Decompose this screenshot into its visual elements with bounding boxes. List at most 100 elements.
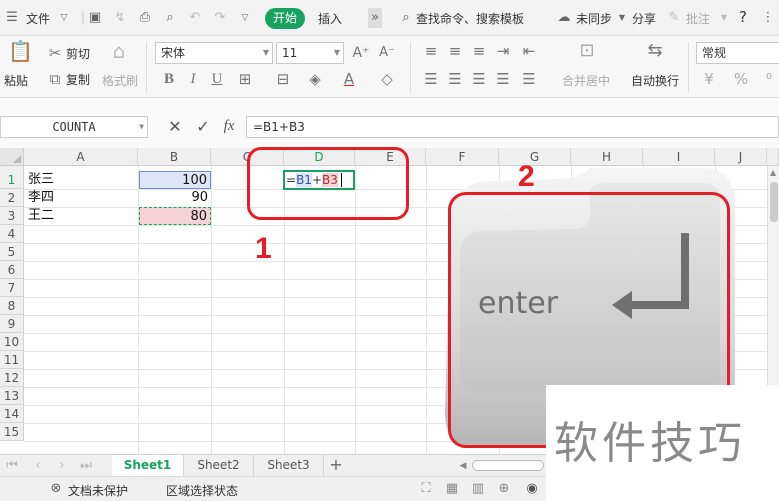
percent-icon[interactable]: %: [732, 70, 750, 88]
chevron-down-icon[interactable]: ▽: [56, 10, 72, 26]
next-sheet-icon[interactable]: ›: [54, 458, 70, 474]
cell-b2[interactable]: 90: [139, 189, 211, 207]
eye-protection-icon[interactable]: ◉: [524, 481, 540, 497]
font-color-icon[interactable]: A: [340, 70, 358, 88]
copy-button[interactable]: 复制: [66, 71, 90, 88]
align-bottom-icon[interactable]: ≡: [470, 42, 488, 60]
row-header[interactable]: 8: [0, 297, 24, 315]
row-header[interactable]: 1: [0, 171, 24, 189]
scroll-left-icon[interactable]: ◀: [455, 458, 471, 474]
fill-color-icon[interactable]: ◈: [306, 70, 324, 88]
column-header[interactable]: [767, 148, 779, 166]
strikethrough-icon[interactable]: ⊟: [274, 70, 292, 88]
more-tabs-icon[interactable]: »: [368, 8, 382, 28]
cell-b3-ref[interactable]: 80: [139, 207, 211, 225]
cancel-icon[interactable]: ✕: [166, 118, 184, 136]
row-header[interactable]: 10: [0, 333, 24, 351]
wrap-text-button[interactable]: 自动换行: [631, 72, 679, 89]
chevron-down-icon[interactable]: ▼: [716, 10, 732, 26]
protect-status[interactable]: 文档未保护: [68, 482, 128, 499]
formula-input[interactable]: =B1+B3: [246, 116, 779, 138]
search-commands[interactable]: 查找命令、搜索模板: [416, 10, 524, 27]
search-icon[interactable]: ⌕: [398, 10, 414, 26]
align-top-icon[interactable]: ≡: [422, 42, 440, 60]
thousands-icon[interactable]: ⁰: [760, 70, 778, 88]
italic-button[interactable]: I: [184, 70, 202, 88]
format-painter-icon[interactable]: ⌂: [110, 41, 128, 61]
wrap-text-icon[interactable]: ⇆: [646, 42, 664, 60]
copy-icon[interactable]: ⧉: [46, 70, 64, 88]
save-icon[interactable]: ▣: [87, 10, 103, 26]
distributed-icon[interactable]: ☰: [520, 70, 538, 88]
align-middle-icon[interactable]: ≡: [446, 42, 464, 60]
column-header[interactable]: B: [138, 148, 211, 166]
file-menu[interactable]: 文件: [26, 10, 50, 27]
last-sheet-icon[interactable]: ⏭: [78, 458, 94, 474]
row-header[interactable]: 15: [0, 423, 24, 441]
align-right-icon[interactable]: ☰: [470, 70, 488, 88]
cell-b1-ref[interactable]: 100: [139, 171, 211, 189]
row-header[interactable]: 11: [0, 351, 24, 369]
merge-icon[interactable]: ⊡: [578, 42, 596, 60]
row-header[interactable]: 12: [0, 369, 24, 387]
tab-insert[interactable]: 插入: [318, 10, 342, 27]
undo-icon[interactable]: ↶: [187, 10, 203, 26]
first-sheet-icon[interactable]: ⏮: [4, 458, 20, 474]
justify-icon[interactable]: ☰: [494, 70, 512, 88]
page-break-icon[interactable]: ⊕: [496, 481, 512, 497]
chevron-down-icon[interactable]: ▼: [614, 10, 630, 26]
cell-a2[interactable]: 李四: [28, 189, 136, 207]
merge-center-button[interactable]: 合并居中: [562, 72, 610, 89]
prev-sheet-icon[interactable]: ‹: [30, 458, 46, 474]
row-header[interactable]: 3: [0, 207, 24, 225]
paste-button[interactable]: 粘贴: [4, 72, 28, 89]
hamburger-icon[interactable]: ☰: [4, 10, 20, 26]
row-header[interactable]: 7: [0, 279, 24, 297]
selection-mode-status[interactable]: 区域选择状态: [166, 482, 238, 499]
row-header[interactable]: 4: [0, 225, 24, 243]
redo-icon[interactable]: ↷: [212, 10, 228, 26]
select-all-corner[interactable]: [0, 148, 24, 166]
scissors-icon[interactable]: ✂: [46, 44, 64, 62]
insert-function-button[interactable]: fx: [218, 117, 240, 135]
customize-icon[interactable]: ▽: [237, 10, 253, 26]
cell-a3[interactable]: 王二: [28, 207, 136, 225]
scrollbar-thumb[interactable]: [770, 182, 778, 222]
font-name-select[interactable]: 宋体 ▼: [155, 42, 273, 64]
print-icon[interactable]: ⎙: [137, 10, 153, 26]
row-header[interactable]: 2: [0, 189, 24, 207]
row-header[interactable]: 14: [0, 405, 24, 423]
sheet-tab[interactable]: Sheet1: [112, 455, 184, 476]
more-icon[interactable]: ⋮: [760, 10, 776, 26]
row-header[interactable]: 9: [0, 315, 24, 333]
underline-button[interactable]: U: [208, 70, 226, 88]
bold-button[interactable]: B: [160, 70, 178, 88]
cell-a1[interactable]: 张三: [28, 171, 136, 189]
sync-status[interactable]: 未同步: [576, 10, 612, 27]
sheet-tab[interactable]: Sheet3: [254, 455, 324, 476]
clear-format-icon[interactable]: ◇: [378, 70, 396, 88]
currency-icon[interactable]: ¥: [700, 70, 718, 88]
number-format-select[interactable]: 常规: [696, 42, 779, 64]
help-button[interactable]: ?: [739, 8, 747, 26]
outdent-icon[interactable]: ⇤: [520, 42, 538, 60]
export-icon[interactable]: ↯: [112, 10, 128, 26]
paste-icon[interactable]: 📋: [8, 41, 33, 61]
confirm-icon[interactable]: ✓: [194, 118, 212, 136]
page-layout-icon[interactable]: ▥: [470, 481, 486, 497]
borders-icon[interactable]: ⊞: [236, 70, 254, 88]
print-preview-icon[interactable]: ⌕: [162, 10, 178, 26]
font-grow-icon[interactable]: A⁺: [352, 44, 370, 62]
cloud-sync-icon[interactable]: ☁: [556, 10, 572, 26]
horizontal-scrollbar[interactable]: [472, 460, 544, 471]
tab-home[interactable]: 开始: [265, 8, 305, 29]
format-painter-button[interactable]: 格式刷: [102, 72, 138, 89]
row-header[interactable]: 13: [0, 387, 24, 405]
indent-icon[interactable]: ⇥: [494, 42, 512, 60]
cut-button[interactable]: 剪切: [66, 45, 90, 62]
comment-icon[interactable]: ✎: [666, 10, 682, 26]
align-left-icon[interactable]: ☰: [422, 70, 440, 88]
add-sheet-button[interactable]: +: [328, 457, 344, 473]
align-center-icon[interactable]: ☰: [446, 70, 464, 88]
share-button[interactable]: 分享: [632, 10, 656, 27]
